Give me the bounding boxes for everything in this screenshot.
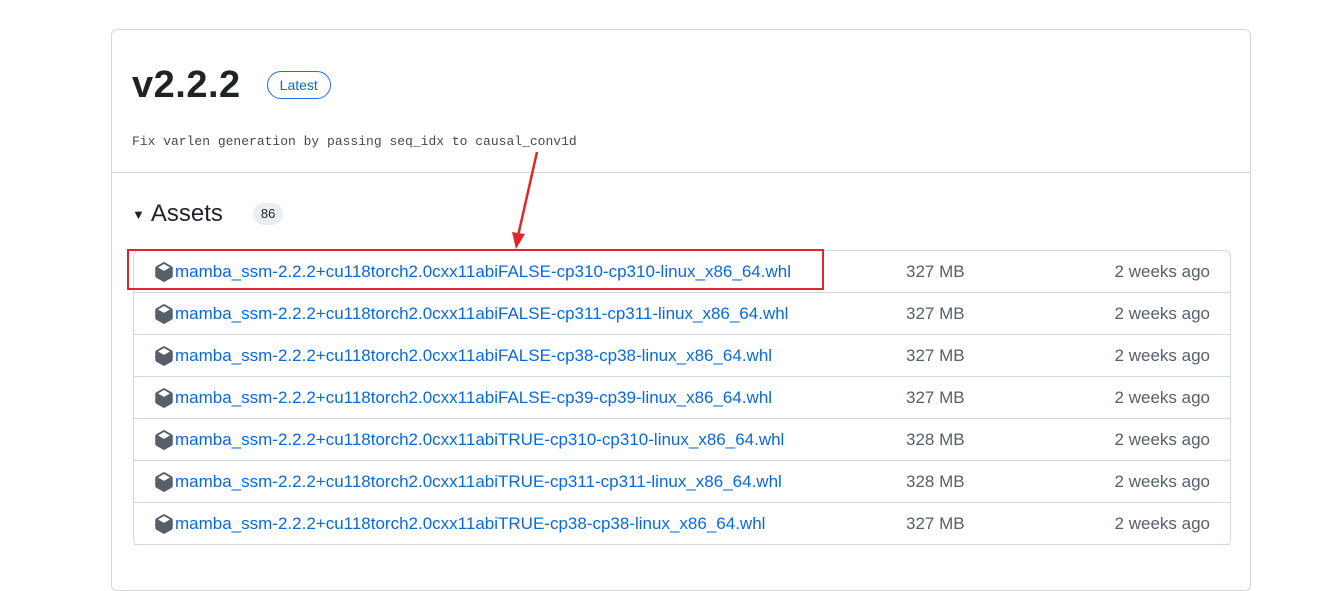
asset-date: 2 weeks ago bbox=[1114, 345, 1210, 365]
release-header: v2.2.2 Latest bbox=[132, 60, 331, 110]
package-icon bbox=[155, 472, 173, 492]
asset-link[interactable]: mamba_ssm-2.2.2+cu118torch2.0cxx11abiFAL… bbox=[175, 388, 772, 408]
package-icon bbox=[155, 304, 173, 324]
asset-date: 2 weeks ago bbox=[1114, 513, 1210, 533]
asset-size: 327 MB bbox=[906, 303, 965, 323]
asset-link[interactable]: mamba_ssm-2.2.2+cu118torch2.0cxx11abiFAL… bbox=[175, 304, 788, 324]
asset-date: 2 weeks ago bbox=[1114, 429, 1210, 449]
asset-size: 327 MB bbox=[906, 345, 965, 365]
asset-list: mamba_ssm-2.2.2+cu118torch2.0cxx11abiFAL… bbox=[133, 250, 1231, 545]
release-version[interactable]: v2.2.2 bbox=[132, 64, 241, 107]
asset-row: mamba_ssm-2.2.2+cu118torch2.0cxx11abiFAL… bbox=[134, 293, 1230, 335]
asset-row: mamba_ssm-2.2.2+cu118torch2.0cxx11abiTRU… bbox=[134, 461, 1230, 503]
release-card: v2.2.2 Latest Fix varlen generation by p… bbox=[111, 29, 1251, 591]
asset-date: 2 weeks ago bbox=[1114, 387, 1210, 407]
package-icon bbox=[155, 514, 173, 534]
asset-date: 2 weeks ago bbox=[1114, 261, 1210, 281]
assets-toggle[interactable]: ▼ Assets 86 bbox=[132, 200, 284, 228]
asset-link[interactable]: mamba_ssm-2.2.2+cu118torch2.0cxx11abiTRU… bbox=[175, 514, 765, 534]
package-icon bbox=[155, 262, 173, 282]
assets-count-badge: 86 bbox=[252, 203, 284, 225]
asset-link[interactable]: mamba_ssm-2.2.2+cu118torch2.0cxx11abiFAL… bbox=[175, 346, 772, 366]
asset-size: 327 MB bbox=[906, 387, 965, 407]
asset-size: 328 MB bbox=[906, 471, 965, 491]
asset-row: mamba_ssm-2.2.2+cu118torch2.0cxx11abiTRU… bbox=[134, 419, 1230, 461]
asset-date: 2 weeks ago bbox=[1114, 471, 1210, 491]
package-icon bbox=[155, 388, 173, 408]
asset-link[interactable]: mamba_ssm-2.2.2+cu118torch2.0cxx11abiTRU… bbox=[175, 472, 782, 492]
release-notes: Fix varlen generation by passing seq_idx… bbox=[132, 134, 577, 149]
latest-badge: Latest bbox=[266, 71, 331, 99]
asset-size: 328 MB bbox=[906, 429, 965, 449]
assets-title: Assets bbox=[150, 200, 223, 227]
asset-size: 327 MB bbox=[906, 261, 965, 281]
asset-date: 2 weeks ago bbox=[1114, 303, 1210, 323]
asset-row: mamba_ssm-2.2.2+cu118torch2.0cxx11abiFAL… bbox=[134, 335, 1230, 377]
triangle-down-icon: ▼ bbox=[132, 206, 145, 222]
asset-row: mamba_ssm-2.2.2+cu118torch2.0cxx11abiFAL… bbox=[134, 377, 1230, 419]
asset-link[interactable]: mamba_ssm-2.2.2+cu118torch2.0cxx11abiFAL… bbox=[175, 262, 791, 282]
asset-link[interactable]: mamba_ssm-2.2.2+cu118torch2.0cxx11abiTRU… bbox=[175, 430, 784, 450]
asset-row: mamba_ssm-2.2.2+cu118torch2.0cxx11abiTRU… bbox=[134, 503, 1230, 545]
asset-row: mamba_ssm-2.2.2+cu118torch2.0cxx11abiFAL… bbox=[134, 251, 1230, 293]
package-icon bbox=[155, 346, 173, 366]
asset-size: 327 MB bbox=[906, 513, 965, 533]
package-icon bbox=[155, 430, 173, 450]
divider bbox=[112, 172, 1250, 173]
